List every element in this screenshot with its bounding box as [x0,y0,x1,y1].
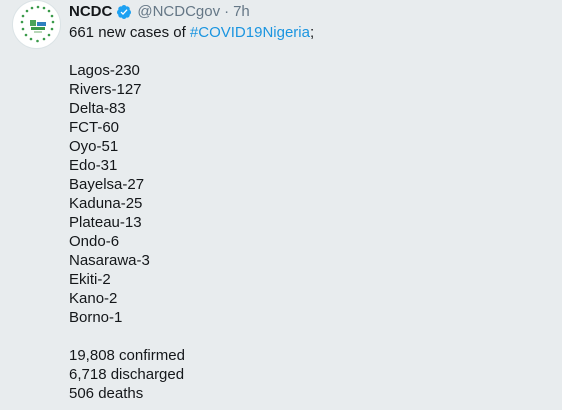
state-case-line: Bayelsa-27 [69,176,145,193]
state-case-line: Plateau-13 [69,214,142,231]
total-deaths: 506 deaths [69,385,144,402]
intro-suffix: ; [309,24,315,41]
state-case-line: Oyo-51 [69,138,119,155]
tweet-timestamp[interactable]: 7h [233,2,250,22]
account-handle[interactable]: @NCDCgov [137,2,220,22]
state-case-line: FCT-60 [69,119,120,136]
state-case-line: Delta-83 [69,100,126,117]
state-case-line: Rivers-127 [69,81,142,98]
state-case-line: Edo-31 [69,157,118,174]
state-case-line: Ondo-6 [69,233,120,250]
account-name[interactable]: NCDC [69,2,112,22]
header-separator: · [224,3,230,20]
total-discharged: 6,718 discharged [69,366,185,383]
avatar[interactable] [12,0,61,49]
ncdc-logo-icon [15,3,60,48]
state-case-line: Kaduna-25 [69,195,143,212]
tweet-text: 661 new cases of #COVID19Nigeria; Lagos-… [69,23,549,403]
state-case-line: Nasarawa-3 [69,252,150,269]
hashtag-link[interactable]: #COVID19Nigeria [190,24,310,41]
tweet: NCDC @NCDCgov · 7h 661 new cases of #COV… [0,0,562,410]
state-case-line: Ekiti-2 [69,271,111,288]
state-case-line: Borno-1 [69,309,123,326]
total-confirmed: 19,808 confirmed [69,347,185,364]
tweet-header: NCDC @NCDCgov · 7h [69,2,250,22]
state-case-line: Lagos-230 [69,62,140,79]
state-case-line: Kano-2 [69,290,118,307]
tweet-intro-line: 661 new cases of #COVID19Nigeria; [69,23,549,42]
verified-badge-icon [116,4,132,20]
intro-text: 661 new cases of [69,24,190,41]
